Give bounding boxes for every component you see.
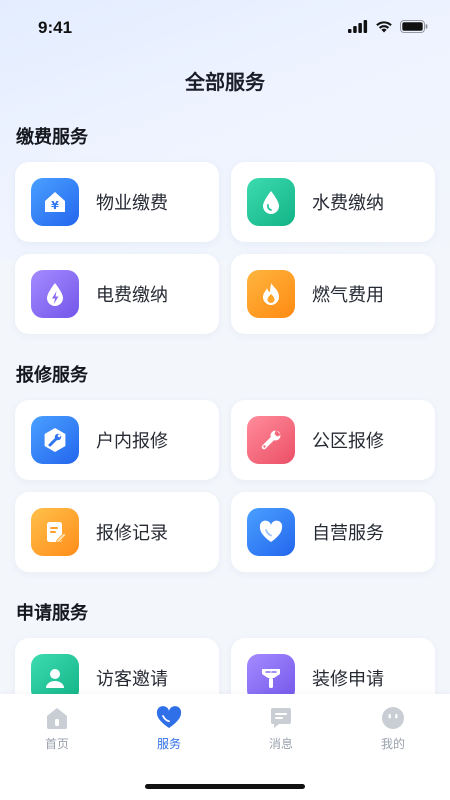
card-label: 公区报修 [312, 431, 384, 452]
svg-text:¥: ¥ [51, 199, 59, 212]
tab-label: 消息 [268, 737, 293, 751]
signal-icon [348, 20, 368, 33]
home-icon [47, 708, 67, 729]
tab-messages[interactable]: 消息 [225, 706, 337, 752]
tab-label: 首页 [44, 737, 69, 751]
section-title-payment: 缴费服务 [16, 127, 88, 148]
water-drop-icon [247, 178, 295, 226]
tab-label: 我的 [380, 737, 405, 751]
card-self-service[interactable]: 自营服务 [231, 492, 435, 572]
card-label: 水费缴纳 [312, 193, 384, 214]
card-label: 自营服务 [312, 523, 384, 544]
wrench-hexagon-icon [31, 416, 79, 464]
tab-service[interactable]: 服务 [113, 706, 225, 752]
card-label: 户内报修 [96, 431, 168, 452]
card-electricity-fee[interactable]: 电费缴纳 [15, 254, 219, 334]
battery-icon [400, 20, 428, 33]
card-gas-fee[interactable]: 燃气费用 [231, 254, 435, 334]
section-title-repair: 报修服务 [16, 365, 88, 386]
heart-icon [156, 706, 182, 728]
note-pencil-icon [31, 508, 79, 556]
wifi-icon [376, 21, 392, 33]
tab-label: 服务 [156, 737, 181, 751]
card-label: 装修申请 [312, 669, 384, 690]
card-label: 访客邀请 [96, 669, 168, 690]
lightning-drop-icon [31, 270, 79, 318]
section-title-application: 申请服务 [16, 603, 88, 624]
tab-home[interactable]: 首页 [1, 706, 113, 752]
card-label: 报修记录 [96, 523, 168, 544]
card-label: 物业缴费 [96, 193, 168, 214]
status-icons [348, 20, 428, 33]
smile-face-icon [382, 707, 404, 729]
card-property-fee[interactable]: ¥ 物业缴费 [15, 162, 219, 242]
card-label: 燃气费用 [312, 285, 384, 306]
page-title: 全部服务 [185, 70, 265, 94]
card-repair-records[interactable]: 报修记录 [15, 492, 219, 572]
status-time: 9:41 [38, 18, 73, 37]
message-icon [271, 708, 291, 728]
card-public-repair[interactable]: 公区报修 [231, 400, 435, 480]
tab-profile[interactable]: 我的 [337, 706, 449, 752]
home-indicator [145, 784, 305, 789]
heart-icon [247, 508, 295, 556]
flame-icon [247, 270, 295, 318]
wrench-icon [247, 416, 295, 464]
card-indoor-repair[interactable]: 户内报修 [15, 400, 219, 480]
card-water-fee[interactable]: 水费缴纳 [231, 162, 435, 242]
card-label: 电费缴纳 [96, 285, 168, 306]
house-yuan-icon: ¥ [31, 178, 79, 226]
status-bar: 9:41 [0, 0, 450, 58]
